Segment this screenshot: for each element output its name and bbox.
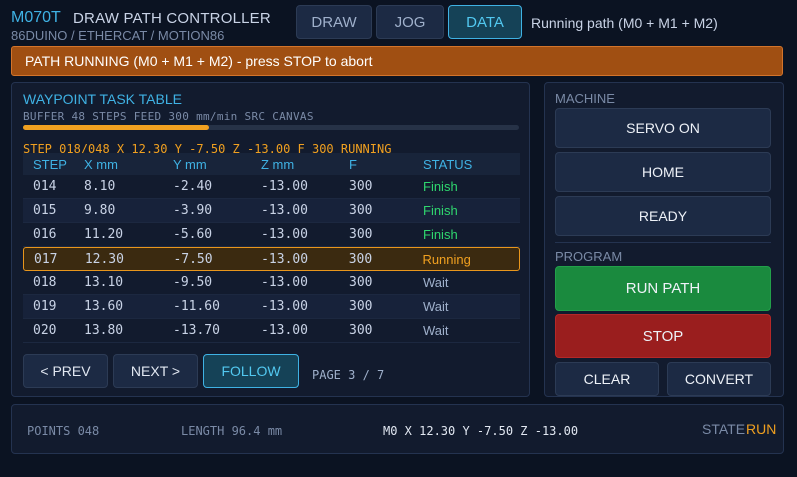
cell-x: 11.20 [84, 227, 124, 242]
page-indicator: PAGE 3 / 7 [312, 368, 385, 382]
program-section-label: PROGRAM [555, 249, 623, 264]
cell-step: 016 [33, 227, 57, 242]
path-length: LENGTH 96.4 mm [181, 424, 283, 438]
position-readout: M0 X 12.30 Y -7.50 Z -13.00 [383, 424, 579, 438]
col-header-f: F [349, 156, 357, 172]
cell-z: -13.00 [261, 323, 308, 338]
cell-status: Finish [423, 227, 458, 242]
cell-status: Running [422, 251, 471, 267]
col-header-status: STATUS [423, 156, 473, 172]
cell-x: 9.80 [84, 203, 116, 218]
points-count: POINTS 048 [27, 424, 100, 438]
machine-section-label: MACHINE [555, 91, 615, 106]
cell-z: -13.00 [261, 203, 308, 218]
cell-y: -3.90 [173, 203, 213, 218]
cell-step: 017 [34, 251, 58, 267]
stop-button[interactable]: STOP [555, 314, 771, 358]
cell-y: -2.40 [173, 179, 213, 194]
cell-x: 13.10 [84, 275, 124, 290]
alert-banner: PATH RUNNING (M0 + M1 + M2) - press STOP… [11, 46, 783, 76]
waypoint-table: STEP X mm Y mm Z mm F STATUS 014 8.10 -2.4… [23, 153, 520, 343]
cell-f: 300 [349, 299, 373, 314]
tab-draw[interactable]: DRAW [296, 5, 372, 39]
panel-title: WAYPOINT TASK TABLE [23, 91, 182, 107]
next-page-button[interactable]: NEXT > [113, 354, 198, 388]
progress-fill [23, 125, 209, 130]
cell-y: -9.50 [173, 275, 213, 290]
progress-bar [23, 125, 519, 130]
section-divider [555, 242, 771, 243]
cell-y: -13.70 [173, 323, 220, 338]
table-row[interactable]: 018 13.10 -9.50 -13.00 300 Wait [23, 271, 520, 295]
cell-f: 300 [349, 203, 373, 218]
col-header-x: X mm [84, 156, 118, 172]
cell-f: 300 [349, 227, 373, 242]
table-row[interactable]: 019 13.60 -11.60 -13.00 300 Wait [23, 295, 520, 319]
cell-z: -13.00 [261, 251, 309, 267]
table-row[interactable]: 014 8.10 -2.40 -13.00 300 Finish [23, 175, 520, 199]
cell-status: Finish [423, 179, 458, 194]
cell-z: -13.00 [261, 179, 308, 194]
tab-data[interactable]: DATA [448, 5, 522, 39]
table-row[interactable]: 020 13.80 -13.70 -13.00 300 Wait [23, 319, 520, 343]
table-body: 014 8.10 -2.40 -13.00 300 Finish 015 9.80 -3.90 -… [23, 175, 520, 343]
cell-status: Finish [423, 203, 458, 218]
cell-f: 300 [349, 275, 373, 290]
cell-step: 019 [33, 299, 57, 314]
run-status-text: Running path (M0 + M1 + M2) [531, 15, 718, 31]
cell-x: 8.10 [84, 179, 116, 194]
cell-step: 015 [33, 203, 57, 218]
col-header-z: Z mm [261, 156, 295, 172]
cell-z: -13.00 [261, 275, 308, 290]
cell-f: 300 [349, 179, 373, 194]
cell-f: 300 [349, 323, 373, 338]
status-footer: POINTS 048 LENGTH 96.4 mm M0 X 12.30 Y -… [11, 404, 784, 454]
cell-status: Wait [423, 323, 449, 338]
alert-banner-text: PATH RUNNING (M0 + M1 + M2) - press STOP… [25, 53, 373, 69]
run-path-button[interactable]: RUN PATH [555, 266, 771, 311]
cell-z: -13.00 [261, 227, 308, 242]
cell-y: -7.50 [173, 251, 213, 267]
cell-f: 300 [348, 251, 373, 267]
control-panel: MACHINE SERVO ON HOME READY PROGRAM RUN … [544, 82, 784, 397]
cell-status: Wait [423, 299, 449, 314]
cell-x: 12.30 [84, 251, 124, 267]
cell-y: -5.60 [173, 227, 213, 242]
cell-status: Wait [423, 275, 449, 290]
home-button[interactable]: HOME [555, 152, 771, 192]
cell-step: 018 [33, 275, 57, 290]
cell-step: 014 [33, 179, 57, 194]
table-header: STEP X mm Y mm Z mm F STATUS [23, 153, 520, 175]
table-row[interactable]: 015 9.80 -3.90 -13.00 300 Finish [23, 199, 520, 223]
app-subtitle: 86DUINO / ETHERCAT / MOTION86 [11, 28, 225, 43]
state-value: RUN [746, 421, 777, 437]
cell-x: 13.80 [84, 323, 124, 338]
app-title: DRAW PATH CONTROLLER [73, 10, 271, 27]
follow-button[interactable]: FOLLOW [203, 354, 299, 388]
state-label: STATE [702, 421, 746, 437]
cell-z: -13.00 [261, 299, 308, 314]
table-row[interactable]: 016 11.20 -5.60 -13.00 300 Finish [23, 223, 520, 247]
buffer-meta: BUFFER 48 STEPS FEED 300 mm/min SRC CANV… [23, 110, 314, 123]
clear-button[interactable]: CLEAR [555, 362, 659, 396]
model-label: M070T [11, 9, 61, 26]
convert-button[interactable]: CONVERT [667, 362, 771, 396]
cell-step: 020 [33, 323, 57, 338]
ready-button[interactable]: READY [555, 196, 771, 236]
col-header-step: STEP [33, 156, 67, 172]
cell-x: 13.60 [84, 299, 124, 314]
waypoint-task-panel: WAYPOINT TASK TABLE BUFFER 48 STEPS FEED… [11, 82, 530, 397]
prev-page-button[interactable]: < PREV [23, 354, 108, 388]
cell-y: -11.60 [173, 299, 220, 314]
servo-on-button[interactable]: SERVO ON [555, 108, 771, 148]
col-header-y: Y mm [173, 156, 207, 172]
table-row[interactable]: 017 12.30 -7.50 -13.00 300 Running [23, 247, 520, 271]
tab-jog[interactable]: JOG [376, 5, 444, 39]
